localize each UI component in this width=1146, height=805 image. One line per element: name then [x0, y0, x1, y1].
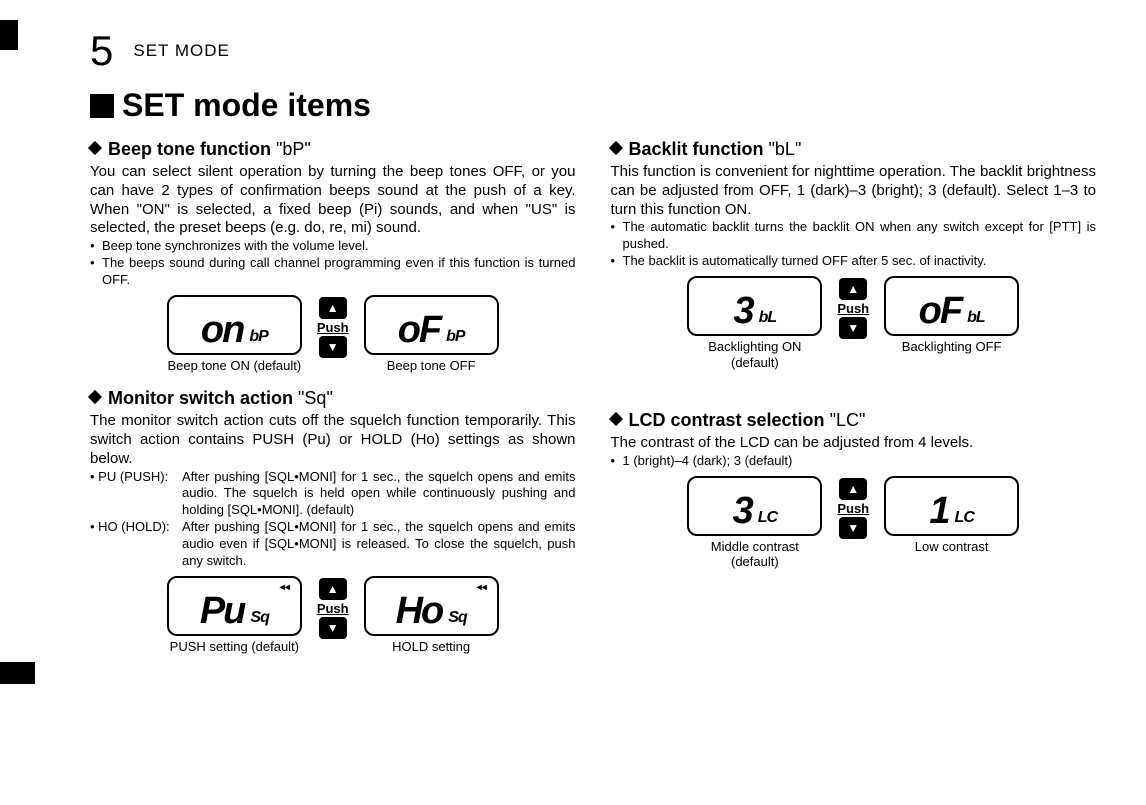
backlit-bullet-1: The automatic backlit turns the backlit … [623, 219, 1097, 253]
section-beep: Beep tone function "bP" You can select s… [90, 139, 576, 373]
lcd-beep-on: on bP [167, 295, 302, 355]
page-number: 12 [50, 663, 66, 679]
lcd-text: 3 [734, 292, 753, 330]
ho-label: • HO (HOLD): [90, 519, 182, 570]
heading-contrast-code: "LC" [830, 410, 866, 430]
backlit-bullet-2: The backlit is automatically turned OFF … [623, 253, 1097, 270]
heading-backlit-code: "bL" [769, 139, 802, 159]
diamond-icon [88, 141, 102, 155]
lcd-caption: Beep tone ON (default) [167, 358, 302, 374]
section-backlit: Backlit function "bL" This function is c… [611, 139, 1097, 370]
push-label: Push [837, 301, 869, 316]
lcd-backlit-on: 3 bL [687, 276, 822, 336]
lcd-contrast-mid: 3 LC [687, 476, 822, 536]
diamond-icon [88, 390, 102, 404]
down-arrow-icon: ▼ [319, 336, 347, 358]
body-beep: You can select silent operation by turni… [90, 163, 576, 238]
body-contrast: The contrast of the LCD can be adjusted … [611, 434, 1097, 453]
main-title: SET mode items [90, 87, 1096, 124]
section-contrast: LCD contrast selection "LC" The contrast… [611, 410, 1097, 570]
heading-backlit: Backlit function "bL" [611, 139, 1097, 160]
antenna-icon: ◂◂ [280, 582, 290, 593]
lcd-small-text: bP [446, 329, 464, 345]
lcd-text: oF [919, 292, 961, 330]
up-arrow-icon: ▲ [319, 578, 347, 600]
push-block: ▲ Push ▼ [317, 297, 349, 358]
bullet-icon: • [611, 453, 623, 470]
lcd-beep-off: oF bP [364, 295, 499, 355]
lcd-text: on [201, 311, 243, 349]
bullet-icon: • [90, 255, 102, 289]
up-arrow-icon: ▲ [319, 297, 347, 319]
heading-monitor: Monitor switch action "Sq" [90, 388, 576, 409]
lcd-caption-line2: (default) [731, 355, 779, 370]
beep-bullet-2: The beeps sound during call channel prog… [102, 255, 576, 289]
lcd-small-text: LC [758, 510, 777, 526]
lcd-backlit-off: oF bL [884, 276, 1019, 336]
side-tab-bottom [0, 662, 35, 684]
heading-beep: Beep tone function "bP" [90, 139, 576, 160]
lcd-caption-line1: Backlighting ON [708, 339, 801, 354]
push-block: ▲ Push ▼ [317, 578, 349, 639]
body-backlit: This function is convenient for nighttim… [611, 163, 1097, 219]
heading-contrast: LCD contrast selection "LC" [611, 410, 1097, 431]
chapter-header: 5 SET MODE [90, 30, 1096, 72]
up-arrow-icon: ▲ [839, 478, 867, 500]
lcd-text: Pu [200, 592, 245, 630]
lcd-text: 3 [733, 492, 752, 530]
contrast-bullet-1: 1 (bright)–4 (dark); 3 (default) [623, 453, 1097, 470]
diamond-icon [608, 141, 622, 155]
ho-content: After pushing [SQL•MONI] for 1 sec., the… [182, 519, 576, 570]
down-arrow-icon: ▼ [839, 317, 867, 339]
lcd-small-text: Sq [448, 610, 466, 626]
lcd-hold: ◂◂ Ho Sq [364, 576, 499, 636]
lcd-small-text: bP [249, 329, 267, 345]
diamond-icon [608, 412, 622, 426]
bullet-icon: • [611, 219, 623, 253]
lcd-caption-line1: Middle contrast [711, 539, 799, 554]
lcd-caption: Low contrast [884, 539, 1019, 555]
lcd-caption: PUSH setting (default) [167, 639, 302, 655]
side-tab [0, 20, 18, 50]
lcd-caption: Backlighting OFF [884, 339, 1019, 355]
lcd-caption: Beep tone OFF [364, 358, 499, 374]
lcd-small-text: bL [759, 310, 777, 326]
up-arrow-icon: ▲ [839, 278, 867, 300]
antenna-icon: ◂◂ [477, 582, 487, 593]
heading-monitor-text: Monitor switch action [108, 388, 293, 408]
lcd-small-text: bL [967, 310, 985, 326]
lcd-text: oF [398, 311, 440, 349]
heading-monitor-code: "Sq" [298, 388, 333, 408]
lcd-small-text: LC [955, 510, 974, 526]
push-block: ▲ Push ▼ [837, 278, 869, 339]
lcd-push: ◂◂ Pu Sq [167, 576, 302, 636]
bullet-icon: • [611, 253, 623, 270]
main-title-text: SET mode items [122, 87, 371, 123]
lcd-text: 1 [929, 492, 948, 530]
bullet-icon: • [90, 238, 102, 255]
push-label: Push [317, 601, 349, 616]
square-icon [90, 94, 114, 118]
pu-content: After pushing [SQL•MONI] for 1 sec., the… [182, 469, 576, 520]
lcd-caption-line2: (default) [731, 554, 779, 569]
pu-label: • PU (PUSH): [90, 469, 182, 520]
lcd-text: Ho [396, 592, 443, 630]
body-monitor: The monitor switch action cuts off the s… [90, 412, 576, 468]
push-block: ▲ Push ▼ [837, 478, 869, 539]
beep-bullet-1: Beep tone synchronizes with the volume l… [102, 238, 576, 255]
heading-backlit-text: Backlit function [629, 139, 764, 159]
push-label: Push [317, 320, 349, 335]
lcd-small-text: Sq [250, 610, 268, 626]
push-label: Push [837, 501, 869, 516]
heading-contrast-text: LCD contrast selection [629, 410, 825, 430]
chapter-title: SET MODE [133, 41, 229, 61]
lcd-contrast-low: 1 LC [884, 476, 1019, 536]
lcd-caption: HOLD setting [364, 639, 499, 655]
down-arrow-icon: ▼ [839, 517, 867, 539]
heading-beep-code: "bP" [276, 139, 311, 159]
down-arrow-icon: ▼ [319, 617, 347, 639]
chapter-number: 5 [90, 30, 113, 72]
heading-beep-text: Beep tone function [108, 139, 271, 159]
section-monitor: Monitor switch action "Sq" The monitor s… [90, 388, 576, 654]
